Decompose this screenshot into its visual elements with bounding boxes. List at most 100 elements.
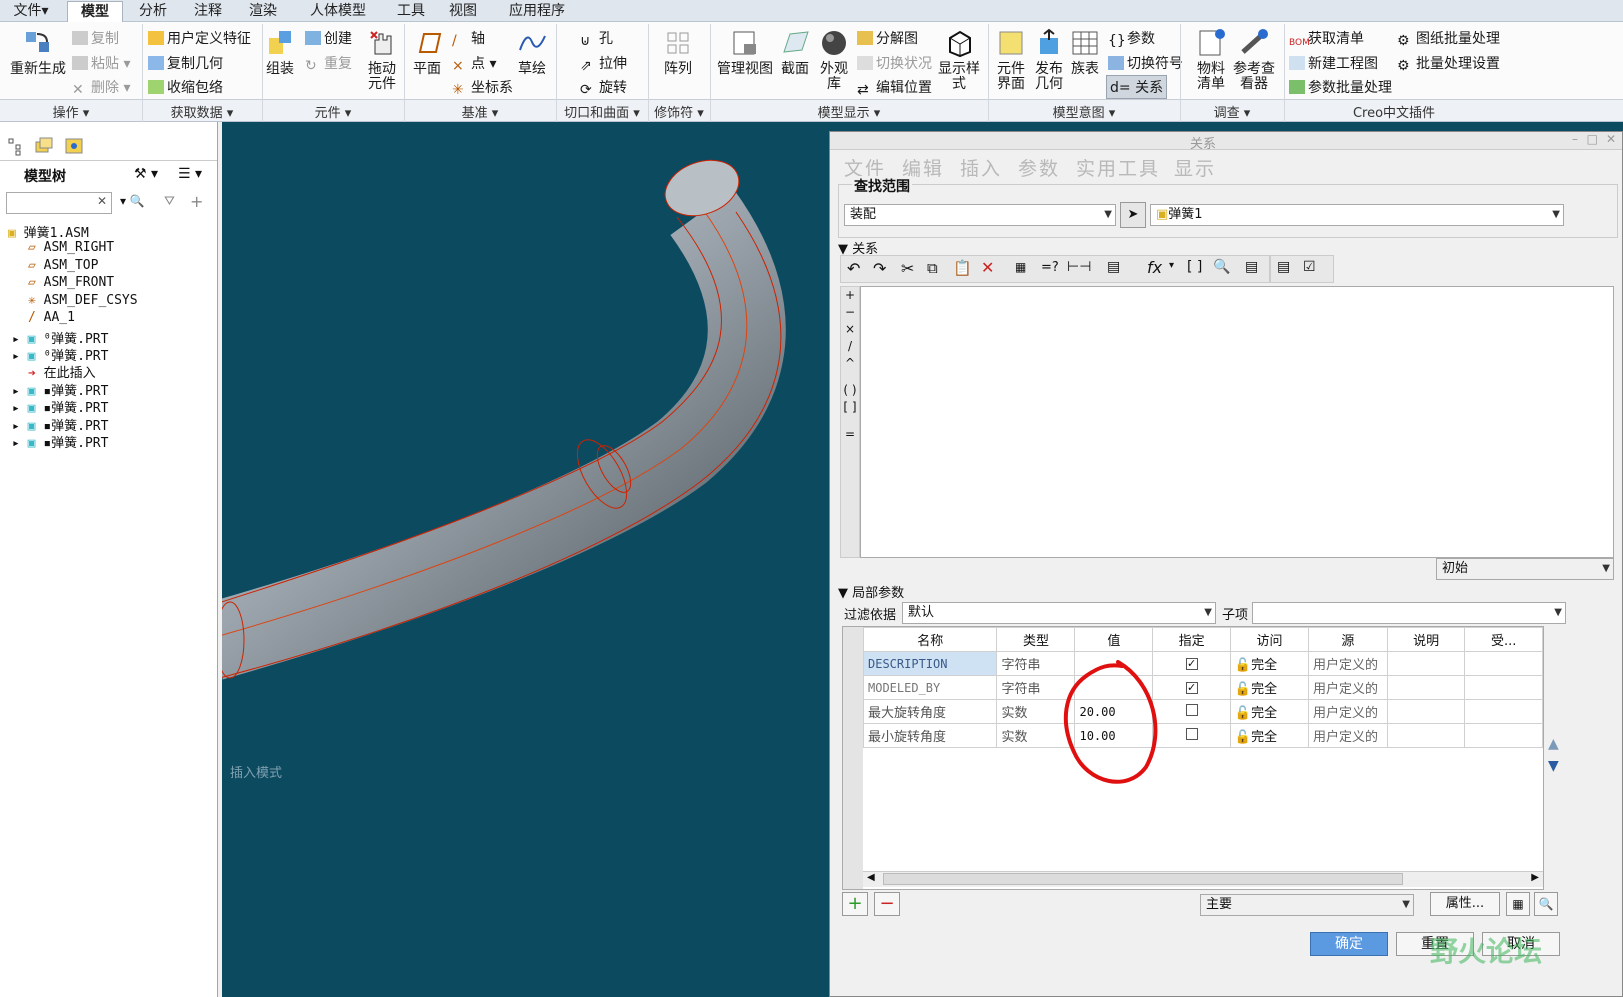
param-access[interactable]: 🔓完全 [1229,651,1310,676]
param-access[interactable]: 🔓完全 [1229,675,1310,700]
group-get-data[interactable]: 获取数据 ▾ [142,102,262,121]
tab-manikin[interactable]: 人体模型 [293,1,383,22]
new-drawing-button[interactable]: 新建工程图 [1289,53,1378,73]
multiply-operator[interactable]: × [841,321,859,338]
move-down-icon[interactable]: ▼ [1548,758,1559,774]
tab-tools[interactable]: 工具 [388,1,434,22]
scroll-left-icon[interactable]: ◀ [867,872,875,883]
col-value[interactable]: 值 [1074,627,1154,652]
tree-item-asm-top[interactable]: ▱ ASM_TOP [28,258,98,273]
param-name[interactable]: 最小旋转角度 [862,723,998,748]
clear-icon[interactable]: ✕ [97,194,107,208]
sketch-button[interactable]: 草绘 [514,28,550,77]
scope-select[interactable]: 装配 ▼ [844,204,1116,226]
properties-button[interactable]: 属性... [1430,892,1500,916]
parameters-icon[interactable]: [ ] [1187,259,1202,275]
tree-item-part[interactable]: ▸ ▣ ▪弹簧.PRT [12,397,108,416]
param-name[interactable]: 最大旋转角度 [862,699,998,724]
publish-geometry-button[interactable]: 发布几何 [1032,28,1066,92]
tab-analysis[interactable]: 分析 [128,1,178,22]
table-view-icon[interactable]: ▦ [1506,892,1530,916]
csys-button[interactable]: ✳ 坐标系 [452,77,513,98]
regenerate-button[interactable]: 重新生成 [8,28,68,77]
menu-show[interactable]: 显示 [1174,154,1216,181]
component-interface-button[interactable]: 元件界面 [994,28,1028,92]
relations-editor[interactable] [860,286,1614,558]
dimension-icon[interactable]: ⊢⊣ [1067,259,1091,275]
group-model-intent[interactable]: 模型意图 ▾ [988,102,1180,121]
batch-settings-button[interactable]: ⚙ 批量处理设置 [1397,53,1500,74]
redo-icon[interactable]: ↷ [873,259,886,278]
tree-item-part[interactable]: ▸ ▣ ▪弹簧.PRT [12,432,108,451]
axis-button[interactable]: / 轴 [452,28,485,49]
scrollbar-thumb[interactable] [883,873,1403,885]
param-description[interactable] [1386,675,1466,700]
tab-render[interactable]: 渲染 [238,1,288,22]
shrinkwrap-button[interactable]: 收缩包络 [148,77,223,97]
tree-item-axis[interactable]: / AA_1 [28,310,75,325]
col-name[interactable]: 名称 [862,627,998,652]
section-button[interactable]: 截面 [778,28,812,77]
filter-icon[interactable]: ⛛ [164,194,175,209]
units-icon[interactable]: ▤ [1245,259,1258,275]
parameters-button[interactable]: {}参数 [1108,28,1155,49]
param-name[interactable]: MODELED_BY [862,675,998,700]
display-style-button[interactable]: 显示样式 [938,28,980,92]
tab-applications[interactable]: 应用程序 [492,1,582,22]
tree-settings-icon[interactable]: ⚒ ▾ [134,166,158,182]
col-source[interactable]: 源 [1308,627,1388,652]
equals-operator[interactable]: = [841,426,859,443]
function-icon[interactable]: fx [1147,258,1162,277]
explode-view-button[interactable]: 分解图 [857,28,918,48]
plus-operator[interactable]: + [841,287,859,304]
col-access[interactable]: 访问 [1229,627,1310,652]
select-pointer-button[interactable]: ➤ [1120,202,1146,228]
paren-operator[interactable]: ( ) [841,382,859,399]
bom-button[interactable]: 物料清单 [1194,28,1228,92]
bracket-operator[interactable]: [ ] [841,399,859,416]
drawing-batch-button[interactable]: ⚙ 图纸批量处理 [1397,28,1500,49]
move-up-icon[interactable]: ▲ [1548,736,1559,752]
pattern-button[interactable]: 阵列 [660,28,696,77]
delete-button[interactable]: ✕ 删除 ▾ [72,77,130,98]
locate-icon[interactable]: 🔍 [1213,259,1230,275]
udf-button[interactable]: 用户定义特征 [148,28,251,48]
table-row[interactable]: 最小旋转角度 实数 10.00 🔓完全 用户定义的 [862,723,1543,748]
copy-icon[interactable]: ⧉ [927,259,938,277]
group-components[interactable]: 元件 ▾ [262,102,404,121]
sort-icon[interactable]: ▤ [1107,259,1120,275]
power-operator[interactable]: ^ [841,355,859,372]
model-tree-tab-icon[interactable] [6,136,26,160]
param-description[interactable] [1386,651,1466,676]
tree-columns-icon[interactable]: ☰ ▾ [178,166,202,182]
create-button[interactable]: 创建 [305,28,352,48]
group-operations[interactable]: 操作 ▾ [0,102,142,121]
paste-button[interactable]: 粘贴 ▾ [72,53,130,73]
revolve-button[interactable]: ⟳ 旋转 [580,77,627,98]
close-icon[interactable]: ✕ [1606,132,1616,146]
minus-operator[interactable]: − [841,304,859,321]
group-cut-surface[interactable]: 切口和曲面 ▾ [556,102,648,121]
reference-viewer-button[interactable]: 参考查看器 [1232,28,1276,92]
family-table-button[interactable]: 族表 [1068,28,1102,77]
menu-utilities[interactable]: 实用工具 [1076,154,1160,181]
layers-tab-icon[interactable] [34,136,54,160]
param-name[interactable]: DESCRIPTION [862,651,998,676]
col-type[interactable]: 类型 [996,627,1076,652]
get-bom-button[interactable]: BOM获取清单 [1289,28,1364,52]
ok-button[interactable]: 确定 [1310,932,1388,956]
cut-icon[interactable]: ✂ [901,259,914,278]
group-investigate[interactable]: 调查 ▾ [1180,102,1284,121]
delete-icon[interactable]: ✕ [981,258,994,277]
param-description[interactable] [1386,723,1466,748]
col-restricted[interactable]: 受... [1464,627,1543,652]
param-description[interactable] [1386,699,1466,724]
tree-item-asm-def-csys[interactable]: ✳ ASM_DEF_CSYS [28,293,138,308]
col-description[interactable]: 说明 [1386,627,1466,652]
subitem-select[interactable]: ▼ [1252,602,1566,624]
point-button[interactable]: × 点 ▾ [452,53,496,74]
paste-icon[interactable]: 📋 [953,259,972,277]
evaluate-icon[interactable]: ▦ [1015,260,1026,274]
minimize-icon[interactable]: – [1572,132,1578,146]
tree-item-assembly[interactable]: ▣ 弹簧1.ASM [8,222,89,241]
